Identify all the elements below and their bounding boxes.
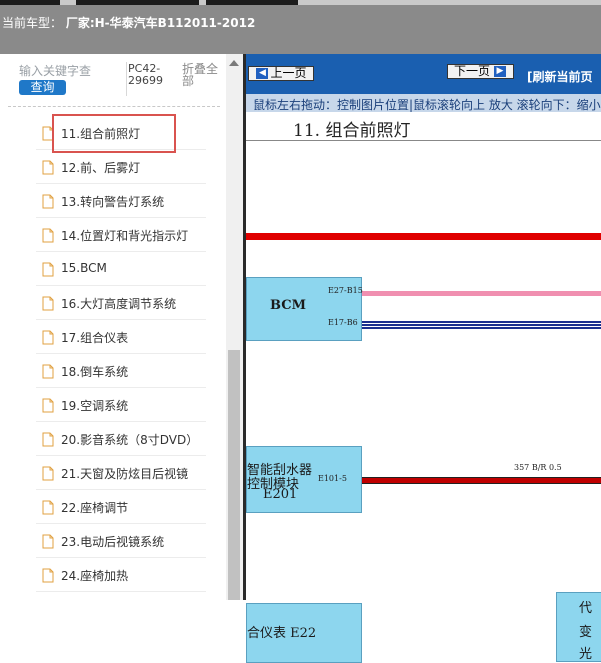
tree-item-label: 15.BCM	[61, 261, 107, 275]
triangle-up-icon[interactable]	[229, 60, 239, 66]
arrow-left-icon: ◀	[256, 68, 269, 79]
tree-item-label: 24.座椅加热	[61, 569, 129, 583]
current-model-label: 当前车型： 厂家:H-华泰汽车B112011-2012	[2, 14, 255, 31]
hint-text: 鼠标左右拖动：控制图片位置|鼠标滚轮向上 放大 滚轮向下：缩小	[253, 98, 601, 112]
current-model-caption: 当前车型：	[2, 16, 63, 30]
document-icon	[42, 534, 54, 549]
pc-code: PC42-29699	[128, 62, 163, 87]
document-icon	[42, 500, 54, 515]
separator	[126, 62, 127, 96]
diagram-viewer: ◀ 上一页 下一页 ▶ [刷新当前页 鼠标左右拖动：控制图片位置|鼠标滚轮向上 放大…	[246, 54, 601, 663]
tree-item-label: 12.前、后雾灯	[61, 161, 141, 175]
scrollbar-thumb[interactable]	[228, 350, 240, 600]
bcm-label: BCM	[270, 298, 306, 313]
tree-item-label: 22.座椅调节	[61, 501, 129, 515]
tree-item-label: 17.组合仪表	[61, 331, 129, 345]
bcm-pin-top: E27-B15	[328, 286, 363, 295]
tree-item-label: 18.倒车系统	[61, 365, 129, 379]
tree-item-label: 23.电动后视镜系统	[61, 535, 165, 549]
prev-page-button[interactable]: ◀ 上一页	[248, 66, 314, 81]
wiper-pin: E101-5	[318, 474, 347, 483]
next-page-label: 下一页	[453, 64, 490, 78]
query-button[interactable]: 查询	[19, 80, 66, 95]
instrument-cluster-box: 合仪表 E22	[246, 603, 362, 663]
tree-item[interactable]: 21.天窗及防炫目后视镜	[36, 456, 206, 490]
tree-item-label: 13.转向警告灯系统	[61, 195, 165, 209]
tree-item[interactable]: 18.倒车系统	[36, 354, 206, 388]
collapse-all-link[interactable]: 折叠全部	[182, 63, 222, 87]
document-icon	[42, 398, 54, 413]
document-icon	[42, 194, 54, 209]
document-icon	[42, 296, 54, 311]
document-icon	[42, 228, 54, 243]
sidebar-scrollbar[interactable]	[226, 54, 243, 600]
tree-item[interactable]: 24.座椅加热	[36, 558, 206, 592]
tree-item-label: 16.大灯高度调节系统	[61, 297, 177, 311]
cluster-label: 合仪表 E22	[247, 626, 317, 641]
right-box-char-3: 光	[579, 647, 593, 662]
document-icon	[42, 160, 54, 175]
tree-item-label: 19.空调系统	[61, 399, 129, 413]
wiper-label-3: E201	[263, 487, 298, 502]
refresh-page-link[interactable]: [刷新当前页	[527, 68, 593, 85]
red-black-wire	[362, 477, 601, 484]
document-icon	[42, 330, 54, 345]
hint-bar: 鼠标左右拖动：控制图片位置|鼠标滚轮向上 放大 滚轮向下：缩小	[246, 94, 601, 112]
tree-item[interactable]: 19.空调系统	[36, 388, 206, 422]
tree-item-label: 20.影音系统（8寸DVD）	[61, 433, 199, 447]
power-wire	[246, 233, 601, 240]
title-rule	[246, 140, 601, 141]
document-icon	[42, 466, 54, 481]
divider	[8, 106, 220, 107]
viewer-toolbar: ◀ 上一页 下一页 ▶ [刷新当前页	[246, 54, 601, 94]
search-input[interactable]	[19, 64, 99, 78]
right-box-char-2: 变	[579, 625, 593, 640]
wire-label: 357 B/R 0.5	[514, 463, 562, 472]
selected-item-highlight	[52, 114, 176, 153]
tree-item[interactable]: 14.位置灯和背光指示灯	[36, 218, 206, 252]
document-icon	[42, 432, 54, 447]
tree-item[interactable]: 15.BCM	[36, 252, 206, 286]
prev-page-label: 上一页	[270, 66, 307, 80]
wiper-module-box: 智能刮水器 控制模块 E201 E101-5	[246, 446, 362, 513]
document-icon	[42, 262, 54, 277]
bcm-box: BCM E27-B15 E17-B6	[246, 277, 363, 341]
wiring-diagram[interactable]: 11. 组合前照灯 BCM E27-B15 E17-B6 智能刮水器 控制模块 …	[246, 112, 601, 663]
right-component-box: 代 变 光	[556, 592, 601, 662]
bcm-pin-bottom: E17-B6	[328, 318, 358, 327]
arrow-right-icon: ▶	[494, 66, 506, 77]
tree-item[interactable]: 12.前、后雾灯	[36, 150, 206, 184]
tree-item[interactable]: 23.电动后视镜系统	[36, 524, 206, 558]
diagram-title: 11. 组合前照灯	[293, 121, 411, 141]
tree-item-label: 14.位置灯和背光指示灯	[61, 229, 189, 243]
next-page-button[interactable]: 下一页 ▶	[447, 64, 514, 79]
tree-item[interactable]: 16.大灯高度调节系统	[36, 286, 206, 320]
tree-item[interactable]: 20.影音系统（8寸DVD）	[36, 422, 206, 456]
document-icon	[42, 364, 54, 379]
tree-item[interactable]: 13.转向警告灯系统	[36, 184, 206, 218]
current-model-value: 厂家:H-华泰汽车B112011-2012	[65, 16, 256, 30]
tree-item[interactable]: 17.组合仪表	[36, 320, 206, 354]
model-header: 当前车型： 厂家:H-华泰汽车B112011-2012	[0, 5, 601, 54]
document-icon	[42, 568, 54, 583]
tree-item-label: 21.天窗及防炫目后视镜	[61, 467, 189, 481]
tree-item[interactable]: 22.座椅调节	[36, 490, 206, 524]
